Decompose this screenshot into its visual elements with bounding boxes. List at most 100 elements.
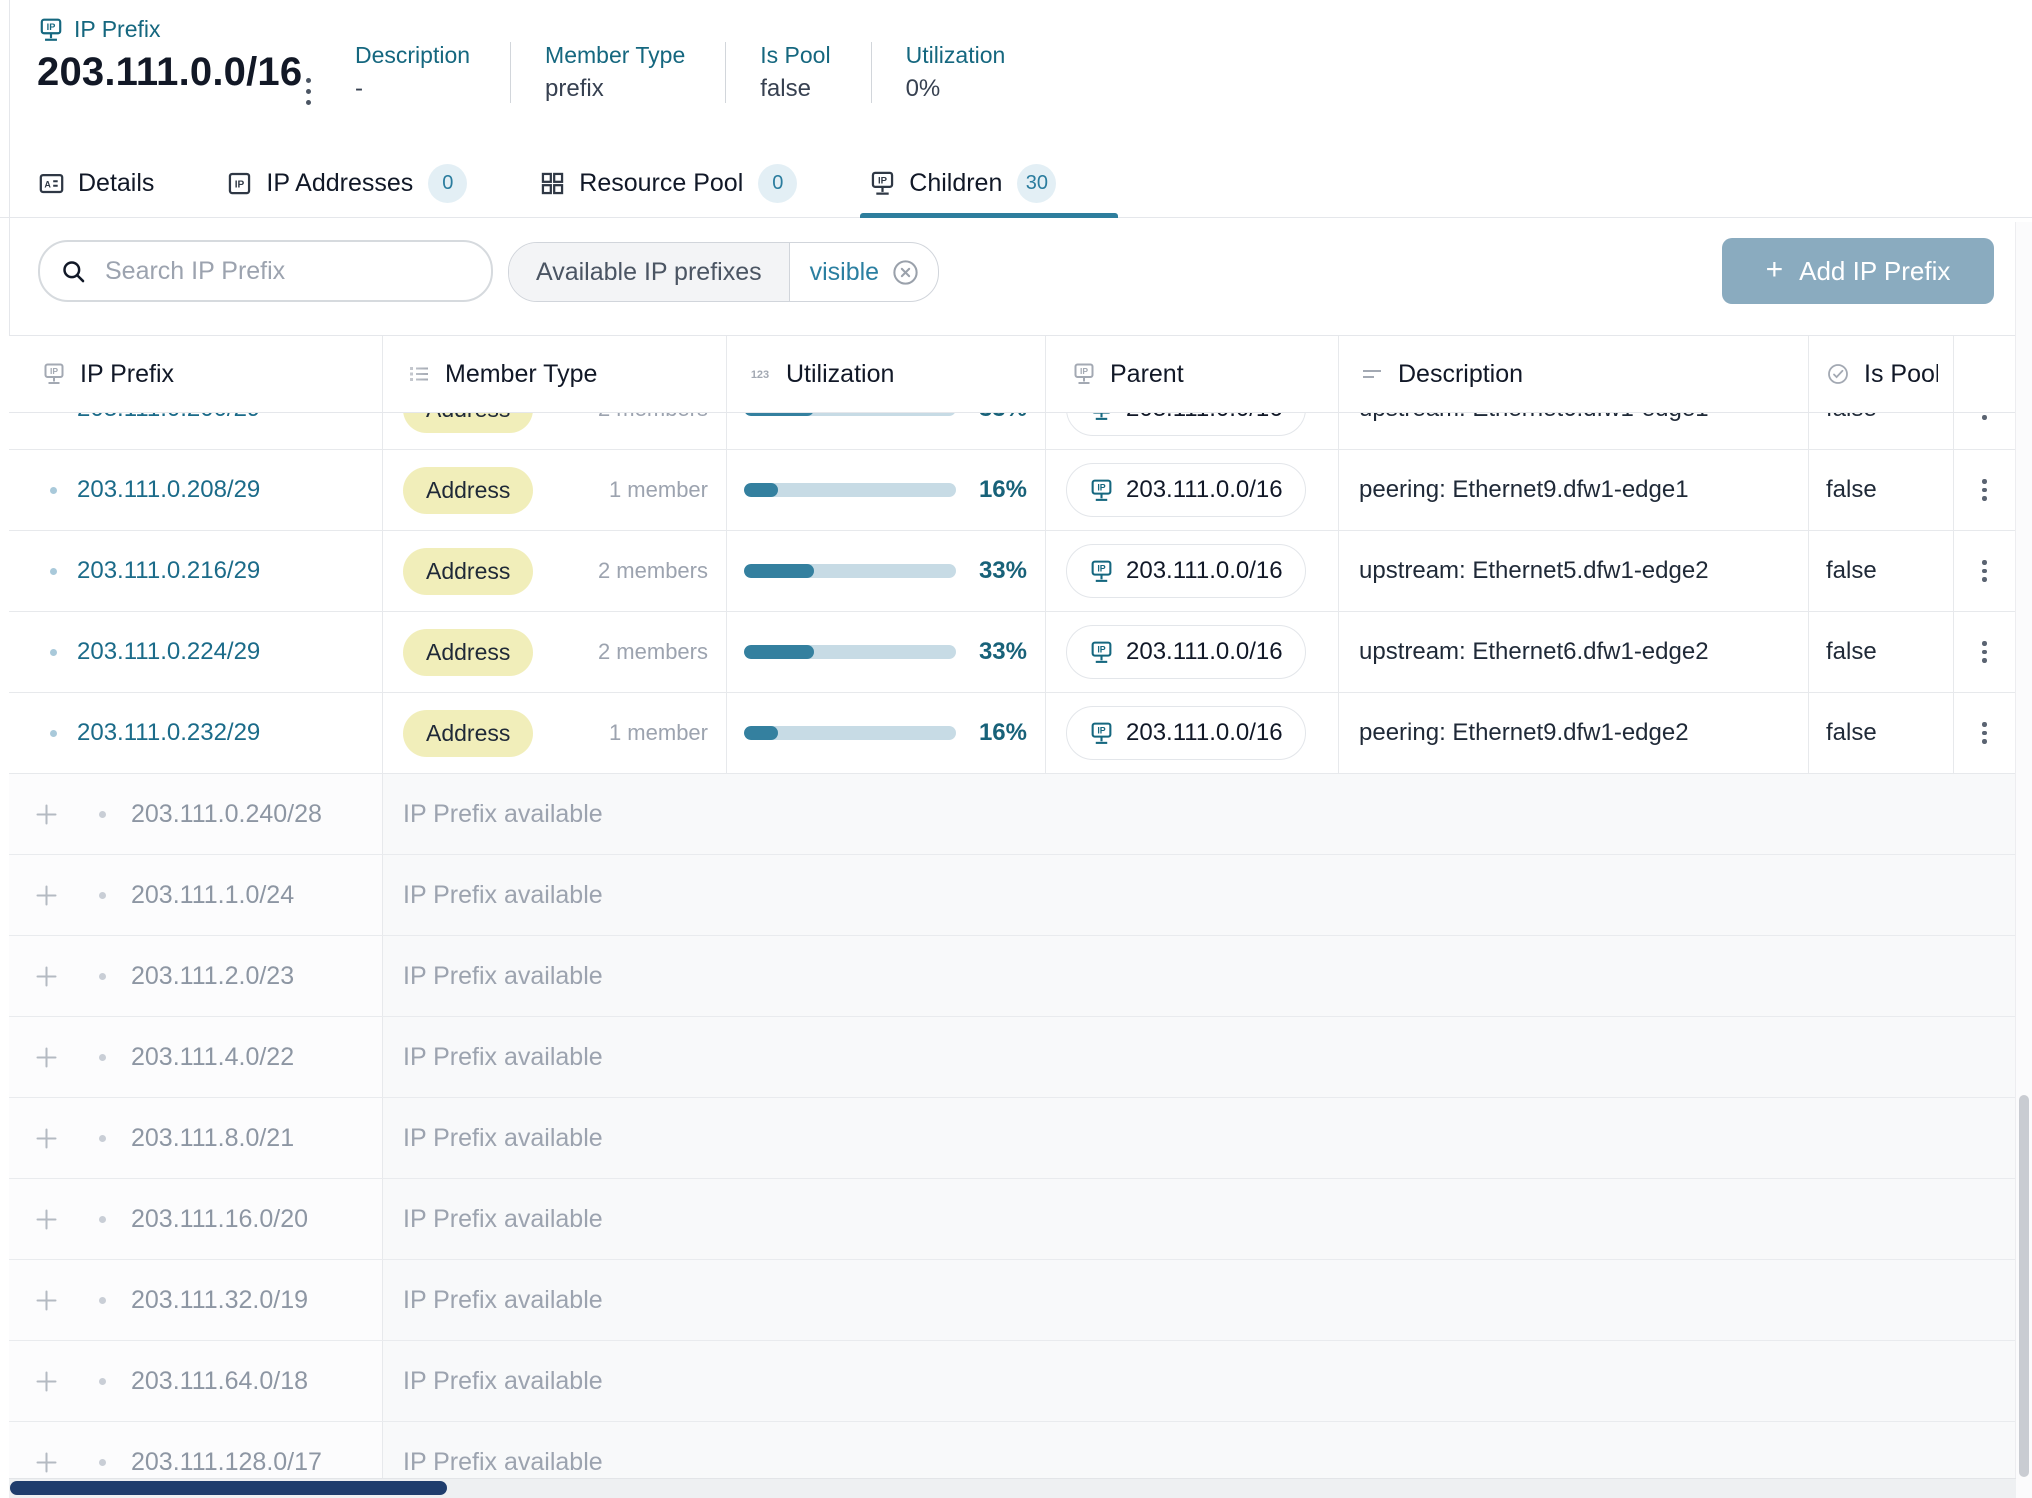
column-header-member-type[interactable]: Member Type — [383, 336, 727, 412]
tab-icon — [869, 170, 896, 197]
tab-label: Details — [78, 169, 154, 198]
plus-icon — [33, 882, 60, 909]
title-kebab-menu[interactable] — [302, 66, 315, 109]
tab-details[interactable]: Details — [38, 149, 154, 217]
column-header-parent[interactable]: Parent — [1046, 336, 1339, 412]
row-kebab-menu[interactable] — [1976, 554, 1993, 588]
plus-icon — [33, 1449, 60, 1476]
prefix-link[interactable]: 203.111.0.200/29 — [77, 413, 260, 423]
table-row: 203.111.0.208/29 Address 1 member 16% 20… — [9, 450, 2016, 531]
row-bullet-icon — [99, 1297, 106, 1304]
column-header-is-pool[interactable]: Is Pool — [1809, 336, 1954, 412]
table-header-row: IP Prefix Member Type Utilization Parent… — [9, 335, 2016, 413]
tab-resource-pool[interactable]: Resource Pool 0 — [539, 149, 797, 217]
parent-pill[interactable]: 203.111.0.0/16 — [1066, 463, 1306, 517]
add-available-prefix-button[interactable] — [33, 1449, 60, 1476]
row-kebab-menu[interactable] — [1976, 716, 1993, 750]
row-kebab-menu[interactable] — [1976, 473, 1993, 507]
row-kebab-menu[interactable] — [1976, 635, 1993, 669]
available-prefix-label: 203.111.4.0/22 — [131, 1043, 294, 1072]
plus-icon — [33, 963, 60, 990]
remove-filter-icon[interactable] — [891, 258, 920, 287]
tab-icon — [539, 170, 566, 197]
tab-label: Children — [909, 169, 1002, 198]
available-prefix-row: 203.111.32.0/19 IP Prefix available — [9, 1260, 2016, 1341]
available-prefix-row: 203.111.4.0/22 IP Prefix available — [9, 1017, 2016, 1098]
available-prefix-row: 203.111.8.0/21 IP Prefix available — [9, 1098, 2016, 1179]
tab-count-badge: 0 — [758, 164, 797, 203]
prefix-link[interactable]: 203.111.0.224/29 — [77, 638, 260, 666]
add-available-prefix-button[interactable] — [33, 1206, 60, 1233]
ip-prefix-icon — [1089, 640, 1114, 665]
column-header-description[interactable]: Description — [1339, 336, 1809, 412]
tab-label: IP Addresses — [266, 169, 413, 198]
member-type-badge: Address — [403, 413, 533, 433]
page-title: 203.111.0.0/16 — [37, 50, 302, 95]
meta-value: - — [355, 75, 470, 103]
row-bullet-icon — [50, 730, 57, 737]
search-box[interactable] — [38, 240, 493, 302]
parent-label: 203.111.0.0/16 — [1126, 413, 1283, 423]
horizontal-scrollbar-thumb[interactable] — [10, 1481, 447, 1495]
column-header-utilization[interactable]: Utilization — [727, 336, 1046, 412]
parent-pill[interactable]: 203.111.0.0/16 — [1066, 706, 1306, 760]
is-pool-value: false — [1826, 413, 1877, 423]
meta-field: Description - — [355, 42, 510, 103]
meta-field: Member Type prefix — [510, 42, 725, 103]
row-kebab-menu[interactable] — [1976, 413, 1993, 426]
add-available-prefix-button[interactable] — [33, 1368, 60, 1395]
prefix-link[interactable]: 203.111.0.232/29 — [77, 719, 260, 747]
table-body: 203.111.0.200/29 Address 2 members 33% 2… — [9, 413, 2016, 774]
members-count: 1 member — [609, 720, 708, 746]
add-ip-prefix-button[interactable]: + Add IP Prefix — [1722, 238, 1994, 304]
add-available-prefix-button[interactable] — [33, 1125, 60, 1152]
vertical-scrollbar-thumb[interactable] — [2019, 1095, 2029, 1477]
available-prefix-row: 203.111.1.0/24 IP Prefix available — [9, 855, 2016, 936]
kebab-icon — [306, 78, 311, 105]
column-label: Member Type — [445, 360, 597, 389]
is-pool-value: false — [1826, 719, 1877, 747]
tab-icon — [38, 170, 65, 197]
row-bullet-icon — [99, 1378, 106, 1385]
column-header-ip-prefix[interactable]: IP Prefix — [9, 336, 383, 412]
tab-ip-addresses[interactable]: IP Addresses 0 — [226, 149, 467, 217]
utilization-bar-fill — [744, 413, 814, 416]
is-pool-value: false — [1826, 557, 1877, 585]
horizontal-scrollbar[interactable] — [9, 1478, 2016, 1498]
column-label: Description — [1398, 360, 1523, 389]
parent-label: 203.111.0.0/16 — [1126, 557, 1283, 585]
tab-children[interactable]: Children 30 — [869, 149, 1056, 217]
add-available-prefix-button[interactable] — [33, 963, 60, 990]
prefix-link[interactable]: 203.111.0.216/29 — [77, 557, 260, 585]
available-prefix-label: 203.111.1.0/24 — [131, 881, 294, 910]
table-row: 203.111.0.216/29 Address 2 members 33% 2… — [9, 531, 2016, 612]
add-available-prefix-button[interactable] — [33, 1287, 60, 1314]
meta-field: Utilization 0% — [871, 42, 1046, 103]
add-available-prefix-button[interactable] — [33, 801, 60, 828]
parent-pill[interactable]: 203.111.0.0/16 — [1066, 413, 1306, 436]
row-bullet-icon — [50, 487, 57, 494]
ip-prefix-detail-page: IP Prefix 203.111.0.0/16 Description - M… — [0, 0, 2032, 1498]
parent-pill[interactable]: 203.111.0.0/16 — [1066, 544, 1306, 598]
available-status-text: IP Prefix available — [403, 881, 603, 910]
add-available-prefix-button[interactable] — [33, 882, 60, 909]
meta-value: prefix — [545, 75, 685, 103]
add-available-prefix-button[interactable] — [33, 1044, 60, 1071]
breadcrumb[interactable]: IP Prefix — [38, 16, 161, 43]
utilization-bar — [744, 413, 956, 416]
utilization-bar — [744, 564, 956, 578]
parent-pill[interactable]: 203.111.0.0/16 — [1066, 625, 1306, 679]
vertical-scrollbar[interactable] — [2015, 222, 2032, 1498]
column-label: Utilization — [786, 360, 894, 389]
tab-count-badge: 0 — [428, 164, 467, 203]
meta-label: Utilization — [906, 42, 1006, 69]
utilization-bar-fill — [744, 564, 814, 578]
prefix-link[interactable]: 203.111.0.208/29 — [77, 476, 260, 504]
plus-icon — [33, 1206, 60, 1233]
row-bullet-icon — [99, 1459, 106, 1466]
utilization-bar — [744, 483, 956, 497]
search-input[interactable] — [103, 256, 471, 287]
meta-label: Is Pool — [760, 42, 830, 69]
tab-icon — [226, 170, 253, 197]
table-row: 203.111.0.224/29 Address 2 members 33% 2… — [9, 612, 2016, 693]
